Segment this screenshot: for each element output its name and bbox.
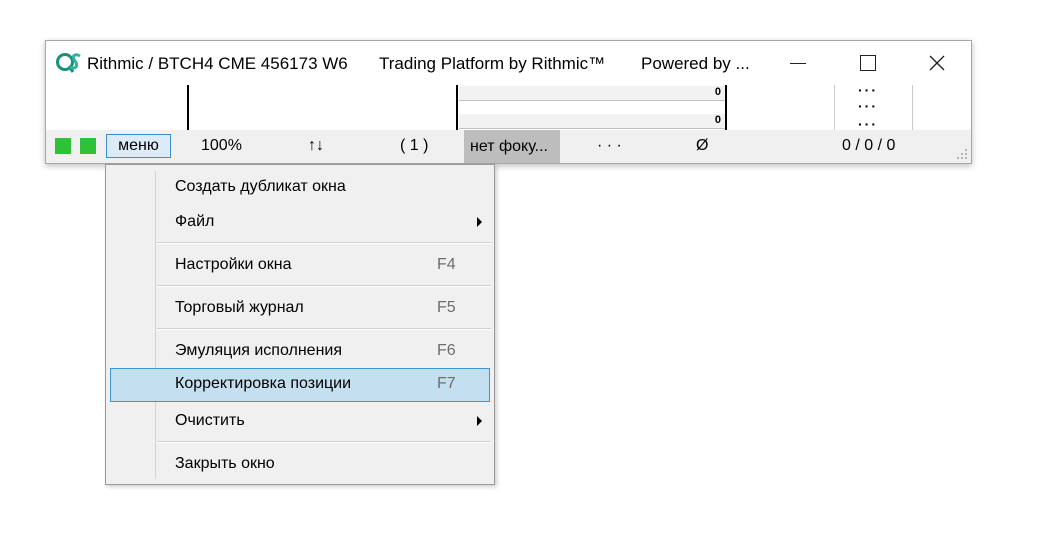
close-icon [929, 55, 945, 71]
menu-item-window-settings[interactable]: Настройки окна F4 [110, 249, 490, 283]
menu-item-label: Создать дубликат окна [175, 178, 346, 195]
sort-toggle[interactable]: ↑↓ [308, 137, 324, 155]
context-menu: Создать дубликат окна Файл Настройки окн… [105, 164, 495, 485]
minimize-button[interactable] [769, 41, 827, 85]
status-bar: меню 100% ↑↓ ( 1 ) нет фоку... · · · Ø 0… [46, 130, 971, 163]
ladder-row[interactable]: 0 [459, 114, 725, 129]
column-divider [187, 85, 189, 130]
menu-item-label: Файл [175, 213, 215, 230]
menu-item-label: Корректировка позиции [175, 375, 352, 392]
dots-marker: ··· [858, 116, 878, 130]
resize-grip-icon[interactable] [954, 148, 968, 160]
dots-marker: ··· [858, 85, 878, 98]
trading-window: Rithmic / BTCH4 CME 456173 W6 Trading Pl… [45, 40, 972, 164]
connection-indicator [80, 138, 96, 154]
menu-item-clear[interactable]: Очистить [110, 405, 490, 439]
menu-item-label: Торговый журнал [175, 299, 304, 316]
menu-item-label: Очистить [175, 412, 245, 429]
more-options[interactable]: · · · [597, 137, 622, 155]
menu-button[interactable]: меню [106, 134, 171, 158]
ladder-row-value: 0 [714, 86, 721, 98]
menu-item-duplicate-window[interactable]: Создать дубликат окна [110, 171, 490, 205]
menu-separator [157, 285, 491, 287]
platform-title: Trading Platform by Rithmic™ [379, 54, 606, 73]
maximize-icon [860, 55, 876, 71]
position-counts: 0 / 0 / 0 [842, 137, 896, 154]
menu-item-shortcut: F4 [437, 256, 456, 273]
menu-item-label: Эмуляция исполнения [175, 342, 343, 359]
app-logo-icon [56, 53, 81, 73]
menu-separator [157, 242, 491, 244]
close-button[interactable] [908, 41, 966, 85]
menu-item-shortcut: F5 [437, 299, 456, 316]
submenu-arrow-icon [477, 416, 482, 426]
menu-separator [157, 328, 491, 330]
title-bar[interactable]: Rithmic / BTCH4 CME 456173 W6 Trading Pl… [46, 41, 971, 85]
window-title: Rithmic / BTCH4 CME 456173 W6 [87, 54, 348, 73]
maximize-button[interactable] [839, 41, 897, 85]
menu-item-position-adjustment[interactable]: Корректировка позиции F7 [110, 368, 490, 402]
dots-marker: ··· [858, 98, 878, 114]
column-divider [912, 85, 913, 130]
column-divider [456, 85, 458, 130]
column-divider [834, 85, 835, 130]
menu-item-shortcut: F6 [437, 342, 456, 359]
menu-item-close-window[interactable]: Закрыть окно [110, 448, 490, 482]
powered-by-title: Powered by ... [641, 54, 750, 73]
submenu-arrow-icon [477, 217, 482, 227]
count-indicator[interactable]: ( 1 ) [400, 137, 428, 155]
focus-status[interactable]: нет фоку... [464, 130, 560, 163]
menu-item-label: Закрыть окно [175, 455, 275, 472]
column-divider [725, 85, 727, 130]
minimize-icon [790, 62, 806, 64]
connection-indicator [55, 138, 71, 154]
zoom-level[interactable]: 100% [201, 137, 242, 155]
menu-item-shortcut: F7 [437, 375, 456, 392]
empty-symbol[interactable]: Ø [696, 137, 708, 155]
ladder-row[interactable]: 0 [459, 86, 725, 101]
menu-item-label: Настройки окна [175, 256, 292, 273]
menu-item-execution-emulation[interactable]: Эмуляция исполнения F6 [110, 335, 490, 369]
menu-item-trade-journal[interactable]: Торговый журнал F5 [110, 292, 490, 326]
menu-item-file[interactable]: Файл [110, 206, 490, 240]
ladder-area[interactable]: 0 0 ··· ··· ··· [46, 85, 971, 130]
ladder-row-value: 0 [714, 114, 721, 126]
menu-separator [157, 441, 491, 443]
